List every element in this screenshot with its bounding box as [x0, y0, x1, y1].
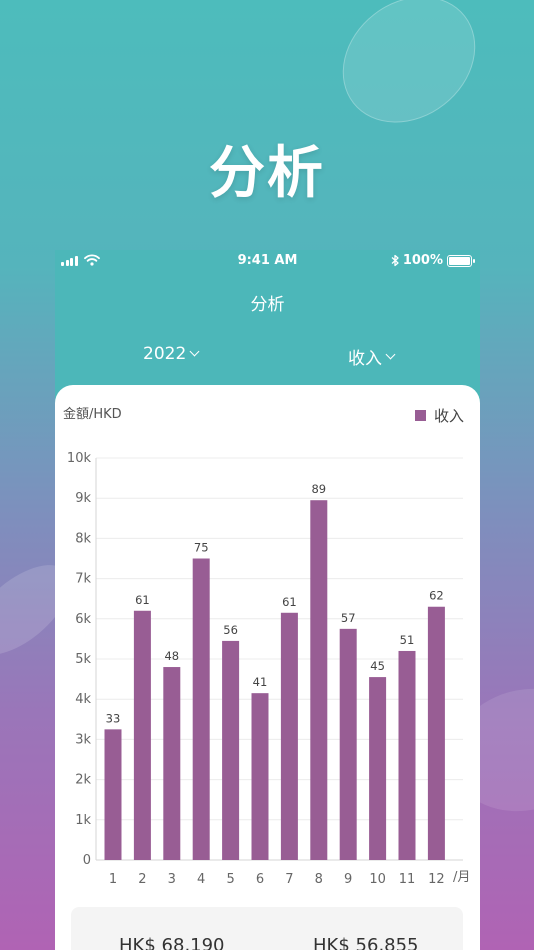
bar — [427, 606, 445, 860]
bar — [280, 612, 298, 860]
bar — [251, 693, 269, 860]
hero-title: 分析 — [209, 141, 325, 206]
y-tick-label: 0 — [83, 853, 91, 868]
x-tick-label: 7 — [285, 872, 293, 887]
x-tick-label: 10 — [369, 872, 386, 887]
y-tick-label: 6k — [75, 612, 91, 627]
bar-value-label: 33 — [106, 711, 121, 725]
bar-value-label: 41 — [253, 675, 268, 689]
bar-value-label: 62 — [429, 589, 444, 603]
y-tick-label: 2k — [75, 773, 91, 788]
x-tick-label: 6 — [256, 872, 264, 887]
bar-value-label: 45 — [370, 659, 385, 673]
bar-chart: 01k2k3k4k5k6k7k8k9k10k331612483754565416… — [67, 451, 470, 887]
bar-value-label: 57 — [341, 611, 356, 625]
x-tick-label: 5 — [226, 872, 234, 887]
phone-screen: 9:41 AM 100% 分析 2022 收入 金額/HKD 收入 0 1k 2k 3… — [55, 250, 480, 950]
bar — [192, 558, 210, 860]
bar-value-label: 61 — [282, 595, 297, 609]
summary-total-left: HK$ 68,190 — [119, 935, 225, 950]
y-tick-label: 9k — [75, 491, 91, 506]
bar — [104, 729, 122, 860]
bar — [163, 667, 181, 860]
bar — [222, 640, 240, 860]
x-axis-label: /月 — [453, 870, 470, 885]
bar-value-label: 56 — [223, 623, 238, 637]
chevron-down-icon — [385, 349, 396, 359]
nav-title: 分析 — [250, 295, 285, 315]
bar — [133, 610, 151, 860]
bluetooth-icon — [391, 254, 399, 267]
type-value: 收入 — [348, 349, 382, 369]
x-tick-label: 2 — [138, 872, 146, 887]
y-tick-label: 1k — [75, 813, 91, 828]
x-tick-label: 12 — [428, 872, 445, 887]
year-value: 2022 — [143, 344, 187, 364]
x-tick-label: 11 — [399, 872, 416, 887]
bar — [310, 500, 328, 860]
decorative-blob — [317, 0, 501, 149]
y-tick-label: 4k — [75, 692, 91, 707]
bar-value-label: 75 — [194, 541, 209, 555]
x-tick-label: 9 — [344, 872, 352, 887]
status-right: 100% — [391, 253, 475, 268]
y-tick-label: 5k — [75, 652, 91, 667]
x-tick-label: 8 — [315, 872, 323, 887]
y-tick-label: 7k — [75, 572, 91, 587]
bar-value-label: 61 — [135, 593, 150, 607]
y-tick-label: 3k — [75, 732, 91, 747]
battery-icon — [447, 254, 475, 267]
bar-value-label: 48 — [164, 649, 179, 663]
bar — [339, 628, 357, 860]
type-dropdown[interactable]: 收入 — [348, 344, 396, 369]
summary-total-right: HK$ 56,855 — [313, 935, 419, 950]
bar — [369, 677, 387, 860]
year-dropdown[interactable]: 2022 — [143, 344, 200, 364]
x-tick-label: 1 — [109, 872, 117, 887]
status-bar: 9:41 AM 100% — [55, 250, 480, 272]
summary-panel: HK$ 68,190 HK$ 56,855 — [71, 907, 463, 950]
chart-card: 金額/HKD 收入 0 1k 2k 3k 4k 5k 6k 7k 8k 9k 10k 33 1 61 2 48… — [55, 385, 480, 950]
chevron-down-icon — [189, 346, 200, 357]
bar — [398, 650, 416, 860]
battery-percent: 100% — [402, 253, 443, 268]
bar-value-label: 89 — [311, 482, 326, 496]
y-tick-label: 8k — [75, 531, 91, 546]
bar-value-label: 51 — [400, 633, 415, 647]
y-tick-label: 10k — [67, 451, 92, 466]
x-tick-label: 3 — [168, 872, 176, 887]
x-tick-label: 4 — [197, 872, 205, 887]
